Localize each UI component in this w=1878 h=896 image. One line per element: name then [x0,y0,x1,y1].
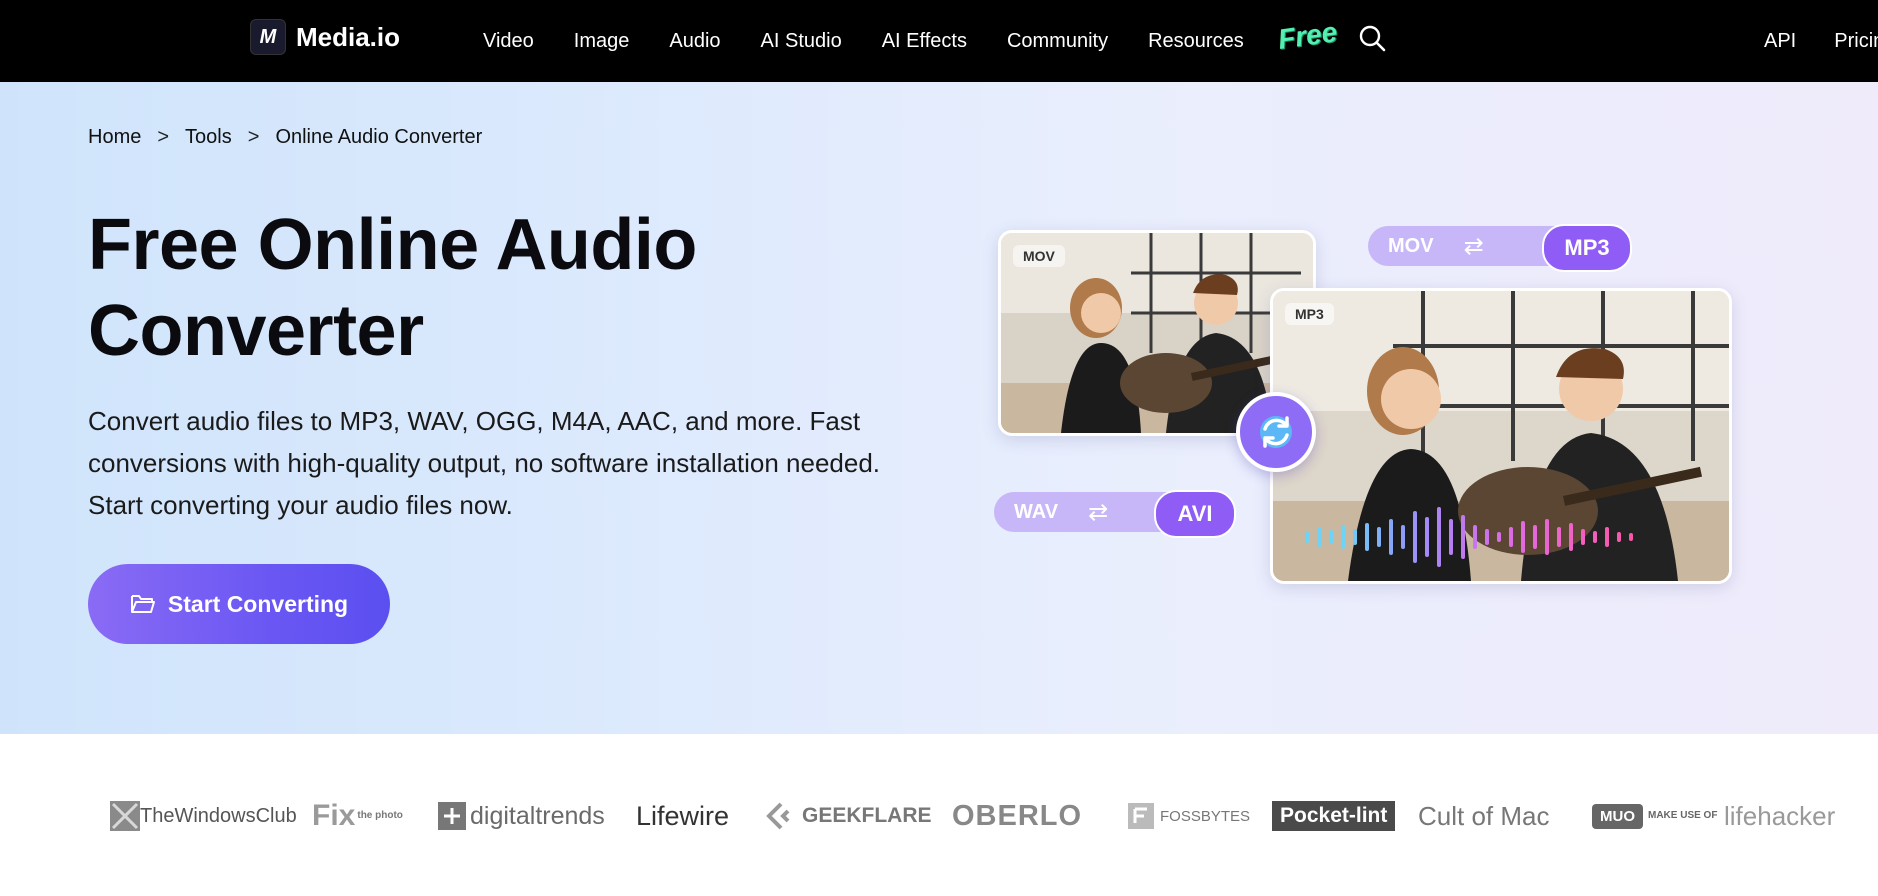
format-pill-wav-avi: WAV ⇄ AVI [994,490,1236,538]
free-badge[interactable]: Free [1276,16,1339,56]
press-logo-oberlo: OBERLO [952,799,1083,832]
breadcrumb-separator: > [247,126,260,148]
pill-from-format: MOV [1388,234,1434,257]
search-icon[interactable] [1357,23,1387,53]
breadcrumb-separator: > [157,126,170,148]
geekflare-icon [766,802,790,830]
windowsclub-icon [110,801,140,831]
pill-to-format: AVI [1154,490,1236,538]
nav-item-image[interactable]: Image [574,30,630,53]
hero-section: Home > Tools > Online Audio Converter Fr… [0,82,1878,734]
breadcrumb-tools[interactable]: Tools [185,126,232,149]
converter-illustration: MOV ⇄ MP3 MOV MP3 WAV ⇄ AVI [992,222,1732,682]
nav-menu: Video Image Audio AI Studio AI Effects C… [483,0,1284,82]
press-logo-geekflare: GEEKFLARE [766,798,932,834]
folder-open-icon [130,595,155,613]
start-converting-button[interactable]: Start Converting [88,564,390,644]
refresh-icon [1236,392,1316,472]
nav-item-ai-studio[interactable]: AI Studio [761,30,842,53]
output-audio-card: MP3 [1270,288,1732,584]
format-pill-mov-mp3: MOV ⇄ MP3 [1368,224,1632,272]
nav-item-ai-effects[interactable]: AI Effects [882,30,967,53]
video-format-label: MOV [1013,245,1065,267]
press-logo-fossbytes: FOSSBYTES [1128,798,1250,834]
start-converting-label: Start Converting [167,590,349,617]
logo-text: Media.io [296,21,401,52]
top-nav: M Media.io Video Image Audio AI Studio A… [0,0,1878,82]
press-logo-fixthephoto: Fix the photo [312,799,403,832]
logo[interactable]: M Media.io [250,19,400,55]
pill-from-format: WAV [1014,500,1059,523]
press-logo-pocketlint: Pocket-lint [1272,801,1396,831]
swap-arrows-icon: ⇄ [1463,232,1484,260]
press-logo-thewindowsclub: TheWindowsClub [110,798,297,834]
hero-description: Convert audio files to MP3, WAV, OGG, M4… [88,406,881,520]
press-logo-makeuseof: MUO MAKE USE OF [1592,798,1717,834]
breadcrumb-home[interactable]: Home [88,126,141,149]
press-logos-bar: TheWindowsClub Fix the photo digitaltren… [0,734,1878,896]
audio-format-label: MP3 [1285,303,1334,325]
fossbytes-icon [1128,803,1154,829]
nav-item-audio[interactable]: Audio [669,30,720,53]
press-logo-digitaltrends: digitaltrends [438,798,605,834]
breadcrumb-current: Online Audio Converter [275,126,483,148]
digitaltrends-icon [438,802,466,830]
nav-item-resources[interactable]: Resources [1148,30,1244,53]
press-logo-lifehacker: lifehacker [1724,800,1836,831]
swap-arrows-icon: ⇄ [1088,498,1109,526]
nav-item-api[interactable]: API [1764,30,1796,53]
logo-mark-icon: M [250,19,286,55]
page-title: Free Online Audio Converter [88,205,697,371]
breadcrumb: Home > Tools > Online Audio Converter [88,126,482,149]
press-logo-lifewire: Lifewire [636,800,730,831]
pill-to-format: MP3 [1542,224,1632,272]
press-logo-cultofmac: Cult of Mac [1418,800,1550,831]
nav-item-video[interactable]: Video [483,30,534,53]
nav-item-pricing[interactable]: Pricin [1834,30,1878,53]
nav-item-community[interactable]: Community [1007,30,1108,53]
nav-right: API Pricin [1764,0,1878,82]
musicians-photo-large [1273,291,1729,581]
